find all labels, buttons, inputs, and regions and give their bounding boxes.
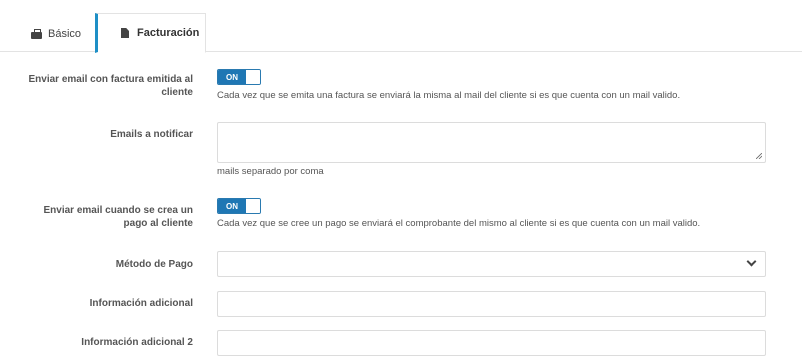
tab-bar: Básico Facturación	[0, 0, 802, 53]
emails-notify-textarea[interactable]	[217, 122, 766, 163]
additional-info-2-field	[217, 330, 766, 356]
toggle-knob	[246, 199, 260, 213]
send-invoice-email-toggle[interactable]: ON	[217, 69, 261, 85]
additional-info-label: Información adicional	[89, 298, 193, 309]
tab-basico[interactable]: Básico	[31, 14, 81, 53]
additional-info-input[interactable]	[217, 291, 766, 317]
payment-method-field	[217, 251, 766, 277]
additional-info-field	[217, 291, 766, 317]
emails-notify-field: mails separado por coma	[217, 122, 766, 178]
toggle-on-label: ON	[218, 70, 246, 84]
toggle-on-label: ON	[218, 199, 246, 213]
additional-info-2-input[interactable]	[217, 330, 766, 356]
send-payment-email-field: ON Cada vez que se cree un pago se envia…	[217, 198, 700, 230]
resize-handle-icon[interactable]	[756, 153, 762, 159]
chevron-down-icon	[746, 256, 757, 267]
additional-info-2-label: Información adicional 2	[81, 337, 193, 348]
emails-notify-label: Emails a notificar	[110, 129, 193, 140]
payment-method-select[interactable]	[217, 251, 766, 277]
send-payment-email-help: Cada vez que se cree un pago se enviará …	[217, 218, 701, 229]
file-icon	[120, 28, 131, 38]
send-invoice-email-label: Enviar email con factura emitida al clie…	[28, 74, 193, 98]
send-payment-email-toggle[interactable]: ON	[217, 198, 261, 214]
tab-facturacion[interactable]: Facturación	[95, 13, 206, 53]
tab-basico-label: Básico	[48, 27, 82, 40]
send-invoice-email-field: ON Cada vez que se emita una factura se …	[217, 69, 680, 102]
tab-facturacion-label: Facturación	[137, 27, 200, 39]
send-payment-email-label: Enviar email cuando se crea un pago al c…	[43, 205, 193, 229]
send-invoice-email-help: Cada vez que se emita una factura se env…	[217, 90, 681, 101]
emails-notify-help: mails separado por coma	[217, 166, 324, 177]
briefcase-icon	[31, 28, 42, 39]
payment-method-label: Método de Pago	[115, 259, 193, 270]
toggle-knob	[246, 70, 260, 84]
